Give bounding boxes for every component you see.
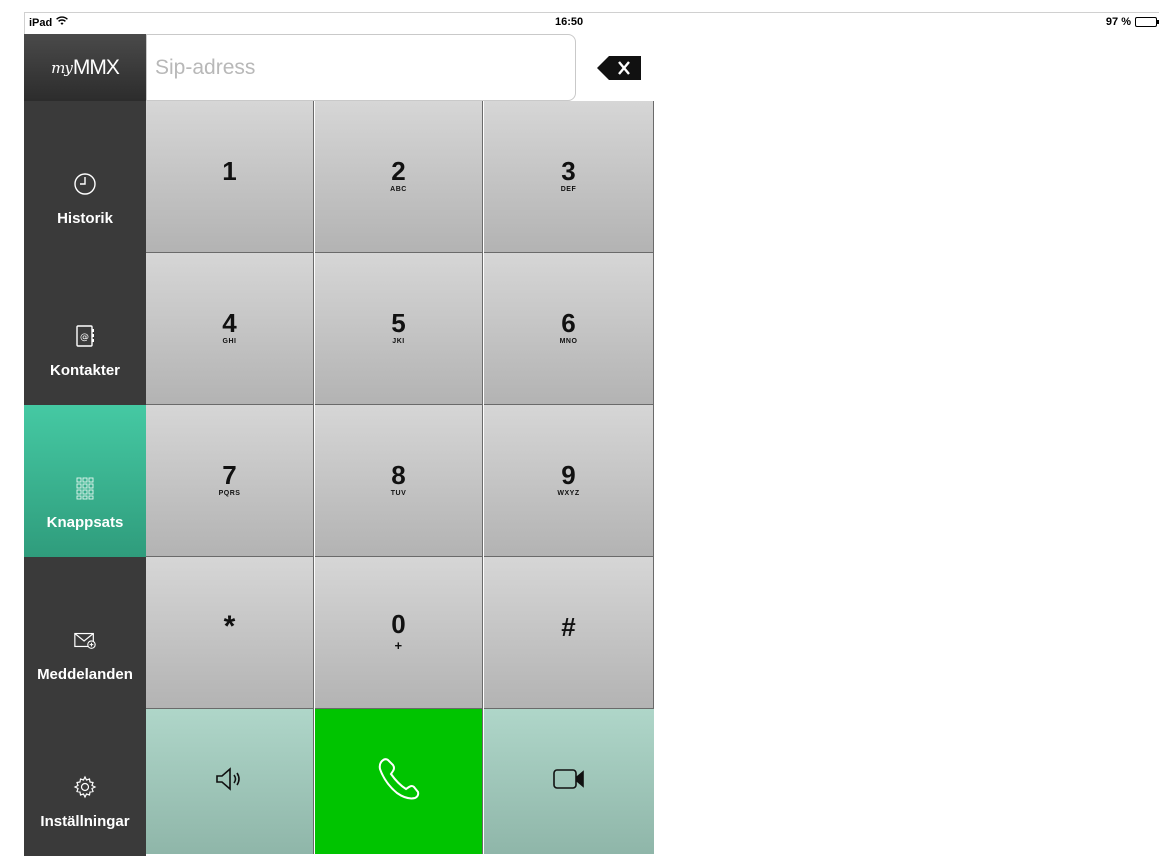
key-digit: 3 <box>561 156 576 186</box>
key-letters: ABC <box>390 186 407 193</box>
sip-address-input[interactable] <box>146 34 576 101</box>
sidebar-item-installningar[interactable]: Inställningar <box>24 709 146 856</box>
key-7[interactable]: 7 PQRS <box>146 405 314 557</box>
key-letters: DEF <box>560 186 577 193</box>
sidebar-item-label: Inställningar <box>40 813 130 830</box>
key-5[interactable]: 5 JKI <box>315 253 483 405</box>
key-hash[interactable]: # <box>484 557 654 709</box>
backspace-icon[interactable] <box>595 54 643 82</box>
speaker-icon <box>214 765 246 798</box>
key-digit: 5 <box>391 308 406 338</box>
sidebar-item-meddelanden[interactable]: Meddelanden <box>24 557 146 709</box>
envelope-icon <box>73 628 97 652</box>
speaker-button[interactable] <box>146 709 314 854</box>
key-letters: GHI <box>222 338 237 345</box>
key-star[interactable]: * <box>146 557 314 709</box>
wifi-icon <box>56 16 69 29</box>
key-0[interactable]: 0 + <box>315 557 483 709</box>
key-letters: WXYZ <box>557 490 580 497</box>
call-button[interactable] <box>315 709 483 854</box>
battery-icon <box>1135 17 1159 27</box>
sidebar: my MMX Historik @ Kontakter Knappsats Me… <box>24 34 146 856</box>
key-digit: 4 <box>222 308 237 338</box>
logo-prefix: my <box>51 58 73 77</box>
key-letters: JKI <box>392 338 405 345</box>
key-letters: MNO <box>559 338 578 345</box>
status-time: 16:50 <box>555 16 584 28</box>
video-button[interactable] <box>484 709 654 854</box>
gear-icon <box>73 775 97 799</box>
status-right: 97 % <box>1105 16 1159 28</box>
key-letters: + <box>394 638 403 653</box>
key-4[interactable]: 4 GHI <box>146 253 314 405</box>
sidebar-item-knappsats[interactable]: Knappsats <box>24 405 146 557</box>
status-bar: iPad 16:50 97 % <box>24 12 1159 34</box>
key-digit: 9 <box>561 460 576 490</box>
app-logo: my MMX <box>24 34 146 101</box>
key-3[interactable]: 3 DEF <box>484 101 654 253</box>
key-digit: 7 <box>222 460 237 490</box>
sidebar-item-label: Kontakter <box>49 362 120 379</box>
key-letters: TUV <box>390 490 407 497</box>
keypad: 1 2 ABC 3 DEF 4 GHI 5 JKI 6 MNO 7 PQRS 8 TUV 9W… <box>146 101 654 856</box>
key-digit: * <box>223 610 236 643</box>
key-6[interactable]: 6 MNO <box>484 253 654 405</box>
battery-percent: 97 % <box>1105 16 1131 28</box>
key-digit: # <box>561 612 576 642</box>
keypad-icon <box>73 476 97 500</box>
key-9[interactable]: 9 WXYZ <box>484 405 654 557</box>
sip-input-row <box>146 34 654 101</box>
status-left: iPad <box>29 16 69 29</box>
sidebar-item-kontakter[interactable]: @ Kontakter <box>24 253 146 405</box>
key-digit: 8 <box>391 460 406 490</box>
key-1[interactable]: 1 <box>146 101 314 253</box>
key-digit: 6 <box>561 308 576 338</box>
app-root: iPad 16:50 97 % my MMX Historik @ Kontakt… <box>0 0 1159 856</box>
device-name: iPad <box>29 16 53 29</box>
sidebar-item-historik[interactable]: Historik <box>24 101 146 253</box>
key-digit: 0 <box>391 609 406 639</box>
sidebar-item-label: Historik <box>57 210 113 227</box>
sidebar-item-label: Meddelanden <box>37 666 133 683</box>
video-camera-icon <box>552 767 586 796</box>
svg-text:@: @ <box>80 333 89 343</box>
key-digit: 1 <box>222 156 237 186</box>
key-8[interactable]: 8 TUV <box>315 405 483 557</box>
sidebar-item-label: Knappsats <box>46 514 124 531</box>
key-digit: 2 <box>391 156 406 186</box>
address-book-icon: @ <box>73 324 97 348</box>
key-letters: PQRS <box>218 490 241 497</box>
phone-icon <box>373 753 425 810</box>
clock-icon <box>73 172 97 196</box>
key-2[interactable]: 2 ABC <box>315 101 483 253</box>
logo-name: MMX <box>72 55 120 79</box>
